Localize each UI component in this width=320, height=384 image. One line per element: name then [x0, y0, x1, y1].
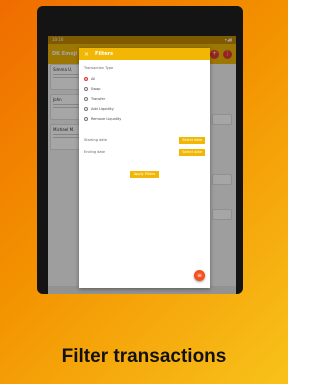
radio-option-remove-liquidity[interactable]: Remove Liquidity: [84, 114, 210, 124]
radio-checked[interactable]: [84, 77, 88, 81]
ending-date-label: Ending date: [84, 150, 106, 154]
apply-filters-button[interactable]: Apply Filters: [129, 171, 160, 178]
close-icon[interactable]: ×: [84, 51, 89, 58]
radio-label: Swap: [91, 87, 101, 91]
starting-date-label: Starting date: [84, 138, 107, 142]
radio-unchecked[interactable]: [84, 87, 88, 91]
filter-icon[interactable]: ≡: [194, 270, 205, 281]
radio-unchecked[interactable]: [84, 107, 88, 111]
promo-caption: Filter transactions: [61, 346, 227, 367]
radio-unchecked[interactable]: [84, 117, 88, 121]
radio-label: Add Liquidity: [91, 107, 114, 111]
apply-wrap: Apply Filters: [79, 160, 210, 179]
select-start-date-button[interactable]: Select date: [179, 136, 205, 144]
dialog-header: × Filters: [79, 48, 210, 60]
radio-label: Remove Liquidity: [91, 117, 122, 121]
ending-date-row: Ending date Select date: [84, 146, 205, 158]
radio-option-swap[interactable]: Swap: [84, 84, 210, 94]
starting-date-row: Starting date Select date: [84, 134, 205, 146]
transaction-type-label: Transaction Type: [84, 66, 114, 70]
radio-option-all[interactable]: All: [84, 74, 210, 84]
select-end-date-button[interactable]: Select date: [179, 148, 205, 156]
filters-dialog: × Filters Transaction Type All Swap Tran…: [79, 48, 210, 288]
radio-option-transfer[interactable]: Transfer: [84, 94, 210, 104]
radio-label: Transfer: [91, 97, 106, 101]
radio-label: All: [91, 77, 96, 81]
promo-background: 10:16 ▾◢▮ DK Emoji Khata + ⋮ Simma U. Jo…: [0, 0, 288, 384]
dialog-title: Filters: [95, 51, 114, 57]
radio-option-add-liquidity[interactable]: Add Liquidity: [84, 104, 210, 114]
radio-unchecked[interactable]: [84, 97, 88, 101]
